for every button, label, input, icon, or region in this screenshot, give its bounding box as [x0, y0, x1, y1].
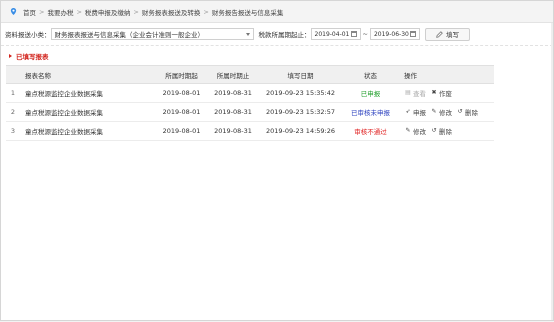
breadcrumb-tax-handling[interactable]: 我要办税: [47, 7, 73, 17]
edit-icon: ✎: [405, 127, 411, 134]
period-end: 2019-08-31: [207, 121, 259, 141]
date-to-value: 2019-06-30: [373, 30, 409, 38]
category-value: 财务报表报送与信息采集（企业会计准则一般企业）: [54, 31, 205, 39]
edit-icon: ✎: [431, 108, 437, 115]
breadcrumb-separator: >: [76, 7, 82, 16]
delete-label: 删除: [439, 128, 452, 136]
row-index: 3: [6, 121, 20, 141]
period-start: 2019-08-01: [156, 102, 207, 122]
status-badge: 已审核未申报: [342, 102, 399, 122]
breadcrumb-current: 财务报告报送与信息采集: [211, 8, 284, 17]
row-actions: ➶ 申报 ✎ 修改 ↺ 删除: [399, 102, 494, 122]
breadcrumb-home[interactable]: 首页: [23, 7, 36, 17]
breadcrumb-separator: >: [203, 7, 209, 16]
header-status: 状态: [342, 65, 399, 84]
declare-button[interactable]: ➶ 申报: [405, 107, 426, 118]
section-title-text: 已填写报表: [16, 53, 49, 61]
section-title: 已填写报表: [9, 51, 49, 61]
date-from-value: 2019-04-01: [314, 30, 350, 38]
pencil-icon: [436, 30, 443, 38]
header-period-start: 所属时期起: [156, 65, 207, 84]
location-pin-icon: [10, 8, 17, 15]
fill-date: 2019-09-23 15:32:57: [259, 102, 342, 122]
edit-label: 修改: [413, 128, 426, 136]
vertical-scrollbar[interactable]: [551, 23, 553, 320]
header-fill-date: 填写日期: [259, 65, 342, 84]
report-name: 童点税源监控企业数据采集: [20, 121, 156, 141]
fill-button[interactable]: 填写: [424, 27, 470, 41]
undo-icon: ↺: [431, 127, 437, 134]
main-panel: 首页 > 我要办税 > 税费申报及缴纳 > 财务报表报送及转换 > 财务报告报送…: [0, 0, 554, 321]
period-end: 2019-08-31: [207, 102, 259, 122]
send-icon: ➶: [405, 108, 411, 115]
period-start: 2019-08-01: [156, 121, 207, 141]
edit-button[interactable]: ✎ 修改: [405, 126, 426, 137]
calendar-icon: [350, 31, 357, 37]
report-name: 童点税源监控企业数据采集: [20, 83, 156, 103]
breadcrumb-report-conversion[interactable]: 财务报表报送及转换: [142, 7, 201, 17]
header-report-name: 报表名称: [20, 65, 156, 84]
chevron-down-icon: [245, 33, 250, 36]
breadcrumb-declaration[interactable]: 税费申报及缴纳: [85, 7, 131, 17]
breadcrumb-separator: >: [39, 7, 45, 16]
row-index: 1: [6, 83, 20, 103]
date-from-input[interactable]: 2019-04-01: [310, 28, 361, 40]
declare-label: 申报: [413, 109, 426, 117]
delete-button[interactable]: ↺ 删除: [431, 126, 452, 137]
delete-button[interactable]: ↺ 删除: [457, 107, 478, 118]
edit-label: 修改: [439, 109, 452, 117]
status-badge: 审核不通过: [342, 121, 399, 141]
delete-label: 删除: [465, 109, 478, 117]
breadcrumb-separator: >: [133, 7, 139, 16]
row-actions: ✎ 修改 ↺ 删除: [399, 121, 494, 141]
table-row: 3 童点税源监控企业数据采集 2019-08-01 2019-08-31 201…: [6, 121, 494, 141]
table-row: 2 童点税源监控企业数据采集 2019-08-01 2019-08-31 201…: [6, 102, 494, 122]
date-to-input[interactable]: 2019-06-30: [369, 28, 420, 40]
fill-date: 2019-09-23 15:35:42: [259, 83, 342, 103]
report-name: 童点税源监控企业数据采集: [20, 102, 156, 122]
breadcrumb: 首页 > 我要办税 > 税费申报及缴纳 > 财务报表报送及转换 > 财务报告报送…: [1, 1, 553, 23]
calendar-icon: [409, 31, 416, 37]
fill-button-label: 填写: [445, 31, 459, 39]
category-select[interactable]: 财务报表报送与信息采集（企业会计准则一般企业）: [50, 28, 254, 40]
undo-icon: ↺: [457, 108, 463, 115]
fill-date: 2019-09-23 14:59:26: [259, 121, 342, 141]
triangle-right-icon: [9, 54, 12, 58]
void-button[interactable]: ✖ 作废: [431, 88, 452, 99]
filled-reports-table: 报表名称 所属时期起 所属时期止 填写日期 状态 操作 1 童点税源监控企业数据…: [6, 65, 494, 141]
edit-button[interactable]: ✎ 修改: [431, 107, 452, 118]
status-badge: 已申报: [342, 83, 399, 103]
header-index: [6, 65, 20, 84]
table-row: 1 童点税源监控企业数据采集 2019-08-01 2019-08-31 201…: [6, 83, 494, 103]
period-end: 2019-08-31: [207, 83, 259, 103]
period-start: 2019-08-01: [156, 83, 207, 103]
header-actions: 操作: [399, 65, 494, 84]
row-index: 2: [6, 102, 20, 122]
view-icon: ▤: [405, 89, 411, 96]
view-button[interactable]: ▤ 查看: [405, 88, 426, 99]
row-actions: ▤ 查看 ✖ 作废: [399, 83, 494, 103]
period-label: 税款所属期起止：: [258, 31, 311, 39]
view-label: 查看: [413, 90, 426, 98]
table-header-row: 报表名称 所属时期起 所属时期止 填写日期 状态 操作: [6, 65, 494, 84]
void-label: 作废: [439, 90, 452, 98]
date-separator: ~: [362, 30, 368, 38]
close-x-icon: ✖: [431, 89, 437, 96]
filter-toolbar: 资料报送小类： 财务报表报送与信息采集（企业会计准则一般企业） 税款所属期起止：…: [1, 23, 553, 46]
header-period-end: 所属时期止: [207, 65, 259, 84]
category-label: 资料报送小类：: [5, 31, 51, 39]
